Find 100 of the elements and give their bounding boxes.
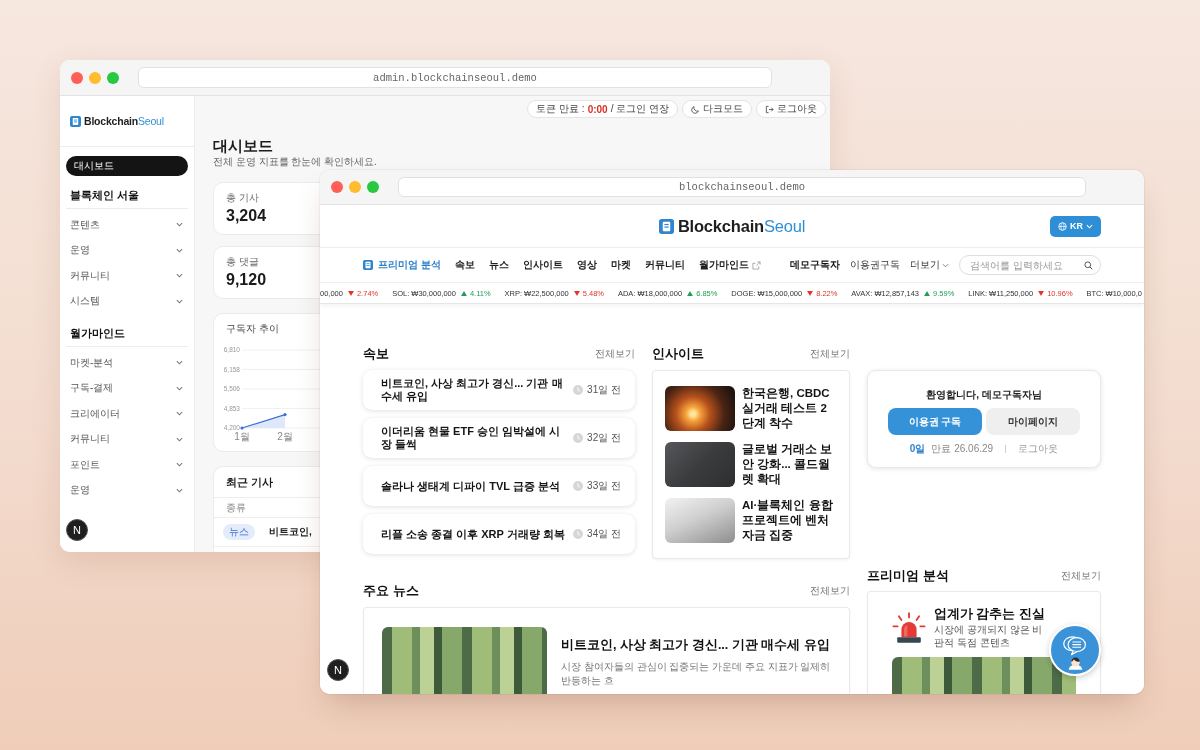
minimize-button[interactable] <box>89 71 101 84</box>
clock-icon <box>573 481 584 491</box>
view-all-link[interactable]: 전체보기 <box>1061 569 1101 583</box>
days-remaining: 0일 <box>909 441 926 456</box>
user-link[interactable]: 데모구독자 <box>790 258 840 272</box>
sidebar-item[interactable]: 운영 <box>66 477 188 503</box>
description: 시장에 공개되지 않은 비판적 독점 콘텐츠 <box>934 623 1044 649</box>
table-cell: 비트코인, <box>269 525 312 539</box>
chevron-down-icon <box>942 262 949 268</box>
time-ago: 33일 전 <box>587 479 621 493</box>
article-summary: 시장 참여자들의 관심이 집중되는 가운데 주요 지표가 일제히 반등하는 흐 <box>561 660 831 688</box>
news-card[interactable]: 이더리움 현물 ETF 승인 임박설에 시장 들썩 32일 전 <box>363 418 635 458</box>
view-all-link[interactable]: 전체보기 <box>810 584 850 598</box>
sidebar-item[interactable]: 구독-결제 <box>66 375 188 401</box>
nav-link[interactable]: 마켓 <box>610 258 631 272</box>
clock-icon <box>573 433 584 443</box>
nav-link[interactable]: 속보 <box>454 258 475 272</box>
sidebar-item[interactable]: 대시보드 <box>66 156 188 176</box>
stat-value: 9,120 <box>226 270 267 290</box>
news-card[interactable]: 솔라나 생태계 디파이 TVL 급증 분석 33일 전 <box>363 466 635 506</box>
headline[interactable]: 비트코인, 사상 최고가 경신... 기관 매수세 유입 <box>561 637 831 654</box>
card-title: 최근 기사 <box>226 475 273 489</box>
sidebar-item[interactable]: 운영 <box>66 237 188 263</box>
session-label: 토큰 만료 : <box>536 102 585 116</box>
external-link-icon <box>751 260 761 270</box>
news-card[interactable]: 리플 소송 종결 이후 XRP 거래량 회복 34일 전 <box>363 514 635 554</box>
close-button[interactable] <box>71 71 83 84</box>
chart-title: 구독자 추이 <box>225 322 279 336</box>
sidebar-item[interactable]: 시스템 <box>66 288 188 314</box>
time-ago: 31일 전 <box>587 383 621 397</box>
extend-login-link[interactable]: / 로그인 연장 <box>610 102 669 116</box>
news-card[interactable]: 비트코인, 사상 최고가 경신... 기관 매수세 유입 31일 전 <box>363 370 635 410</box>
my-page-button[interactable]: 마이페이지 <box>986 408 1080 435</box>
headline[interactable]: 글로벌 거래소 보안 강화... 콜드월렛 확대 <box>742 442 837 487</box>
nav-link[interactable]: 프리미엄 분석 <box>363 258 441 272</box>
document-icon <box>70 115 81 127</box>
search-field[interactable]: 검색어를 입력하세요 <box>959 255 1101 275</box>
nav-link[interactable]: 영상 <box>576 258 597 272</box>
sidebar-item[interactable]: 크리에이터 <box>66 401 188 427</box>
address-bar[interactable]: admin.blockchainseoul.demo <box>138 67 772 88</box>
table-header-cell: 종류 <box>226 500 246 515</box>
headline[interactable]: 한국은행, CBDC 실거래 테스트 2단계 착수 <box>742 386 837 431</box>
headline[interactable]: AI·블록체인 융합 프로젝트에 벤처 자금 집중 <box>742 498 837 543</box>
close-button[interactable] <box>331 181 343 193</box>
news-card[interactable]: 비트코인, 사상 최고가 경신... 기관 매수세 유입 시장 참여자들의 관심이 집중되는 가운데 주요 지표가 일제히 반등하는 흐 <box>363 607 850 694</box>
view-all-link[interactable]: 전체보기 <box>810 347 850 361</box>
photo-placeholder[interactable] <box>665 386 735 431</box>
stat-value: 3,204 <box>226 206 267 226</box>
globe-icon <box>1058 221 1067 231</box>
time-ago: 32일 전 <box>587 431 621 445</box>
search-icon[interactable] <box>1084 260 1093 270</box>
section-heading: 월가마인드 <box>69 326 125 340</box>
headline: 이더리움 현물 ETF 승인 임박설에 시장 들썩 <box>381 425 562 451</box>
address-bar[interactable]: blockchainseoul.demo <box>398 177 1086 197</box>
sidebar-item[interactable]: 포인트 <box>66 452 188 478</box>
clock-icon <box>573 529 584 539</box>
logo-text[interactable]: BlockchainSeoul <box>84 115 164 127</box>
page-title: 대시보드 <box>213 136 273 156</box>
sidebar-item[interactable]: 커뮤니티 <box>66 426 188 452</box>
headline: 리플 소송 종결 이후 XRP 거래량 회복 <box>381 527 566 541</box>
data-point <box>240 426 244 430</box>
page-subtitle: 전체 운영 지표를 한눈에 확인하세요. <box>213 156 377 168</box>
nav-link[interactable]: 커뮤니티 <box>644 258 685 272</box>
data-series <box>241 414 286 429</box>
moon-icon <box>691 104 700 114</box>
headline: 업계가 감추는 진실 <box>934 606 1045 623</box>
view-all-link[interactable]: 전체보기 <box>595 347 635 361</box>
nav-link[interactable]: 뉴스 <box>488 258 509 272</box>
zoom-button[interactable] <box>107 71 119 84</box>
speech-bubble-icon <box>1062 634 1088 656</box>
sidebar-item[interactable]: 콘텐츠 <box>66 212 188 238</box>
stat-label: 총 기사 <box>226 191 259 204</box>
user-link[interactable]: 이용권구독 <box>850 258 900 272</box>
time-ago: 34일 전 <box>587 527 621 541</box>
section-title: 프리미엄 분석 <box>867 567 949 585</box>
axis-label: 2월 <box>277 431 293 442</box>
person-icon <box>1066 655 1084 670</box>
sidebar-item[interactable]: 마켓-분석 <box>66 350 188 376</box>
nav-link[interactable]: 월가마인드 <box>698 258 761 272</box>
logout-icon <box>765 104 774 114</box>
data-point <box>283 412 287 417</box>
expiry-date: 만료 26.06.29 <box>931 441 994 456</box>
stat-label: 총 댓글 <box>226 255 259 268</box>
more-menu[interactable]: 더보기 <box>910 258 949 272</box>
logo-text[interactable]: BlockchainSeoul <box>677 216 806 236</box>
clock-icon <box>573 385 584 395</box>
section-heading: 블록체인 서울 <box>69 188 140 202</box>
zoom-button[interactable] <box>367 181 379 193</box>
sidebar-item[interactable]: 커뮤니티 <box>66 263 188 289</box>
section-title: 주요 뉴스 <box>363 582 419 600</box>
section-title: 인사이트 <box>652 345 704 363</box>
dark-mode-button[interactable]: 다크모드 <box>682 100 752 118</box>
welcome-message: 환영합니다, 데모구독자님 <box>925 388 1043 402</box>
category-badge: 뉴스 <box>223 524 255 540</box>
minimize-button[interactable] <box>349 181 361 193</box>
nav-link[interactable]: 인사이트 <box>522 258 563 272</box>
document-icon <box>658 218 674 234</box>
headline: 솔라나 생태계 디파이 TVL 급증 분석 <box>381 479 561 493</box>
logout-button[interactable]: 로그아웃 <box>756 100 826 118</box>
headline: 비트코인, 사상 최고가 경신... 기관 매수세 유입 <box>381 377 564 403</box>
